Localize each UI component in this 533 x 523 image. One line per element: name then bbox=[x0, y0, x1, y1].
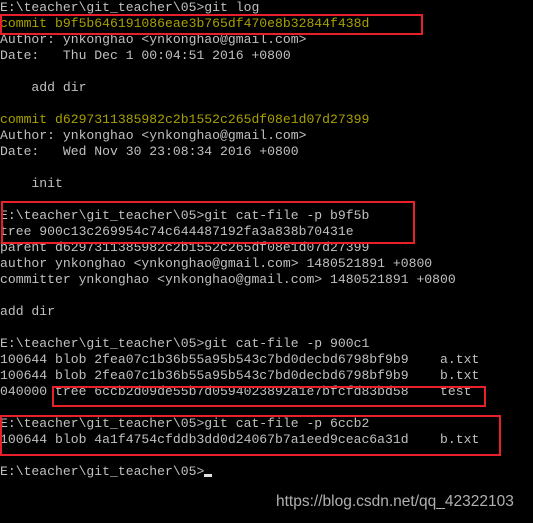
output-line: add dir bbox=[0, 304, 56, 319]
prompt-line: E:\teacher\git_teacher\05> bbox=[0, 464, 213, 480]
output-line: 100644 blob 2fea07c1b36b55a95b543c7bd0de… bbox=[0, 352, 480, 367]
output-line: init bbox=[0, 176, 63, 191]
output-line: 100644 blob 2fea07c1b36b55a95b543c7bd0de… bbox=[0, 368, 480, 383]
watermark: https://blog.csdn.net/qq_42322103 bbox=[276, 493, 514, 510]
output-line: author ynkonghao <ynkonghao@gmail.com> 1… bbox=[0, 256, 433, 271]
text-cursor bbox=[204, 474, 213, 477]
output-line: add dir bbox=[0, 80, 87, 95]
output-line: Author: ynkonghao <ynkonghao@gmail.com> bbox=[0, 128, 307, 143]
commit-hash-line: commit d6297311385982c2b1552c265df08e1d0… bbox=[0, 112, 370, 127]
output-line: Date: Thu Dec 1 00:04:51 2016 +0800 bbox=[0, 48, 291, 63]
highlight-box-tree-entry bbox=[52, 386, 486, 407]
output-line: committer ynkonghao <ynkonghao@gmail.com… bbox=[0, 272, 456, 287]
highlight-box-cat-file-tree bbox=[0, 415, 501, 456]
output-line: Date: Wed Nov 30 23:08:34 2016 +0800 bbox=[0, 144, 299, 159]
prompt-line: E:\teacher\git_teacher\05>git cat-file -… bbox=[0, 336, 370, 351]
highlight-box-commit-hash bbox=[0, 14, 423, 35]
highlight-box-cat-file-commit bbox=[1, 201, 415, 244]
